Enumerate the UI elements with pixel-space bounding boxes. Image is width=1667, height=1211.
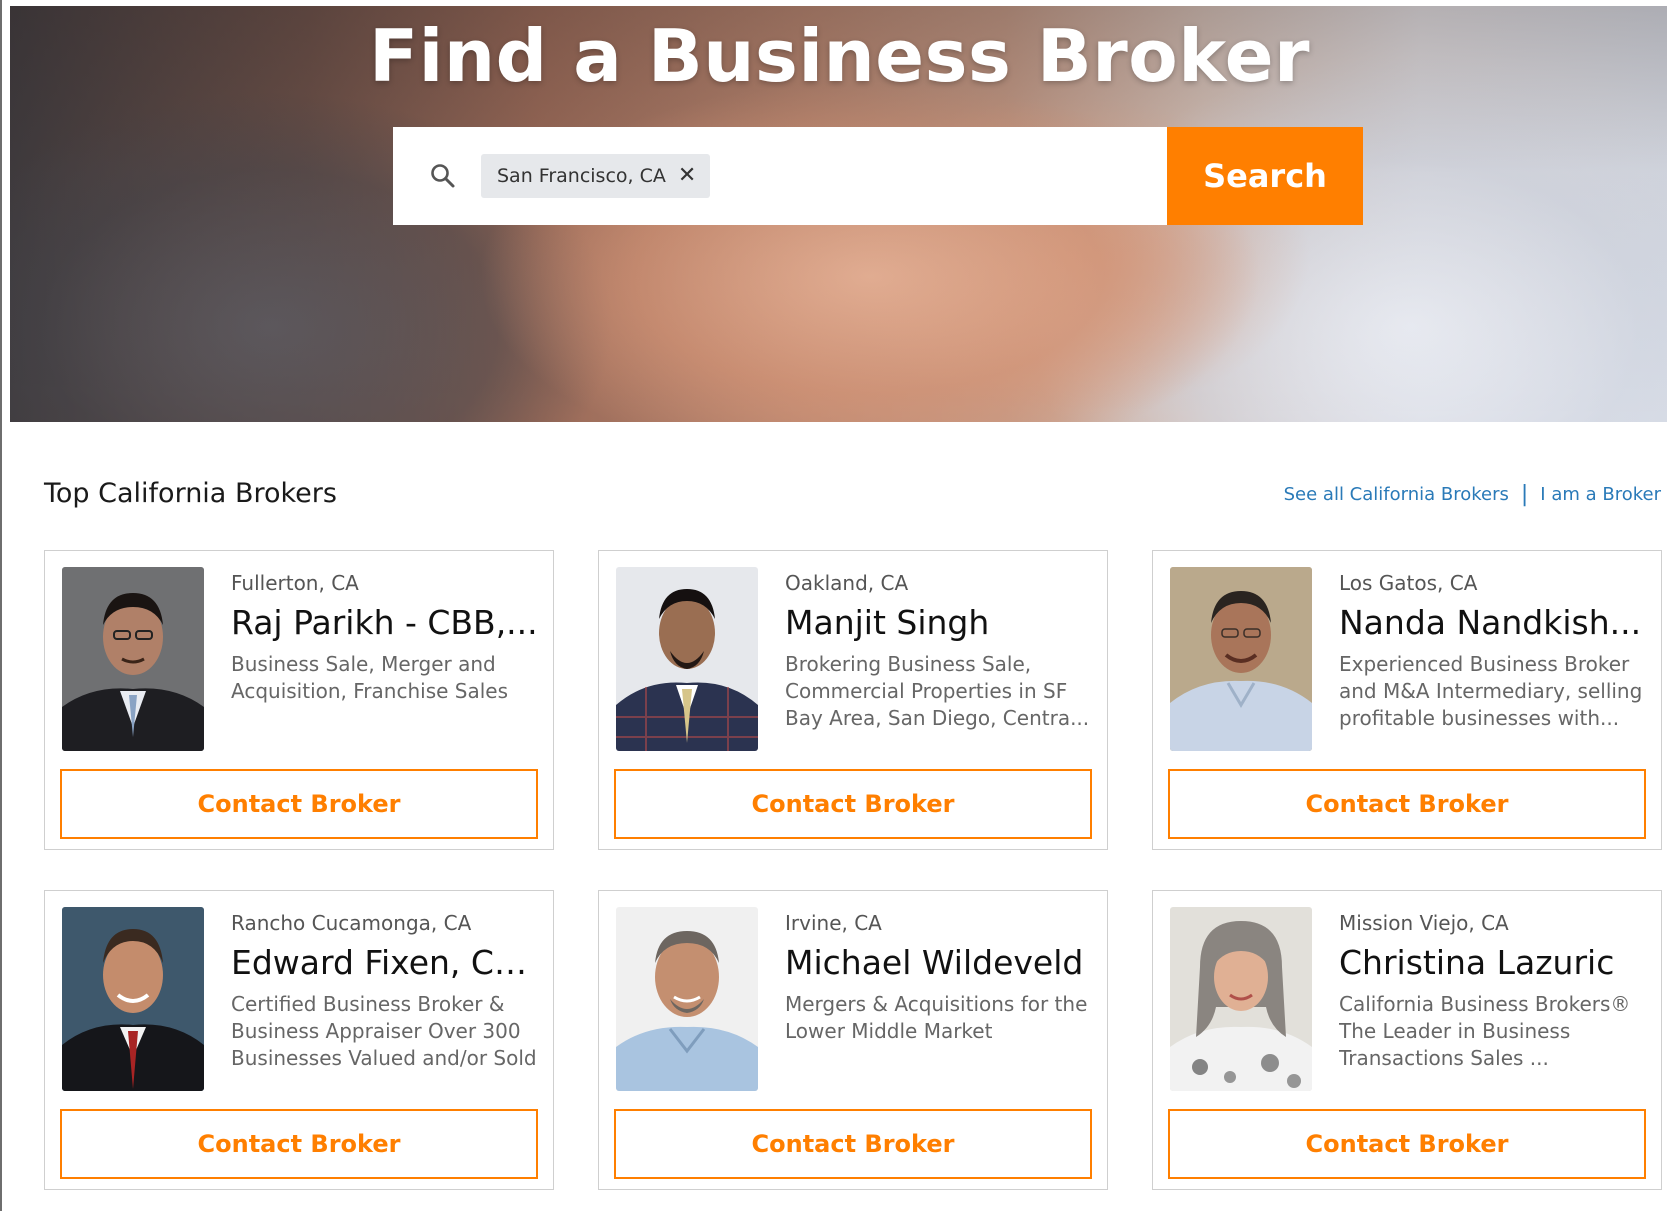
broker-location: Fullerton, CA <box>231 571 359 595</box>
broker-card[interactable]: Mission Viejo, CA Christina Lazuric Cali… <box>1152 890 1662 1190</box>
location-chip-label: San Francisco, CA <box>497 165 666 187</box>
broker-photo[interactable] <box>616 567 758 751</box>
broker-card[interactable]: Rancho Cucamonga, CA Edward Fixen, Ce...… <box>44 890 554 1190</box>
broker-location: Rancho Cucamonga, CA <box>231 911 472 935</box>
broker-name[interactable]: Raj Parikh - CBB,... <box>231 603 541 642</box>
broker-card[interactable]: Los Gatos, CA Nanda Nandkish... Experien… <box>1152 550 1662 850</box>
hero-banner: Find a Business Broker San Francisco, CA… <box>10 6 1667 422</box>
broker-name[interactable]: Michael Wildeveld <box>785 943 1095 982</box>
location-chip[interactable]: San Francisco, CA ✕ <box>481 154 711 198</box>
broker-card[interactable]: Fullerton, CA Raj Parikh - CBB,... Busin… <box>44 550 554 850</box>
see-all-brokers-link[interactable]: See all California Brokers <box>1284 484 1509 505</box>
broker-photo[interactable] <box>62 907 204 1091</box>
broker-name[interactable]: Manjit Singh <box>785 603 1095 642</box>
broker-name[interactable]: Edward Fixen, Ce... <box>231 943 541 982</box>
contact-broker-button[interactable]: Contact Broker <box>614 1109 1092 1179</box>
contact-broker-button[interactable]: Contact Broker <box>614 769 1092 839</box>
broker-name[interactable]: Nanda Nandkish... <box>1339 603 1649 642</box>
broker-photo[interactable] <box>1170 567 1312 751</box>
broker-description: California Business Brokers® The Leader … <box>1339 992 1631 1070</box>
search-input[interactable]: San Francisco, CA ✕ <box>393 127 1167 225</box>
broker-card[interactable]: Oakland, CA Manjit Singh Brokering Busin… <box>598 550 1108 850</box>
contact-broker-button[interactable]: Contact Broker <box>1168 1109 1646 1179</box>
broker-card[interactable]: Irvine, CA Michael Wildeveld Mergers & A… <box>598 890 1108 1190</box>
link-separator: | <box>1520 482 1529 507</box>
broker-photo[interactable] <box>1170 907 1312 1091</box>
i-am-broker-link[interactable]: I am a Broker <box>1540 484 1661 505</box>
search-icon <box>429 162 457 190</box>
section-links: See all California Brokers | I am a Brok… <box>1284 482 1661 507</box>
broker-name[interactable]: Christina Lazuric <box>1339 943 1649 982</box>
broker-description: Certified Business Broker & Business App… <box>231 992 537 1070</box>
close-icon[interactable]: ✕ <box>678 165 696 187</box>
broker-photo[interactable] <box>616 907 758 1091</box>
broker-location: Irvine, CA <box>785 911 882 935</box>
broker-description: Mergers & Acquisitions for the Lower Mid… <box>785 992 1088 1043</box>
broker-description: Experienced Business Broker and M&A Inte… <box>1339 652 1643 730</box>
broker-location: Los Gatos, CA <box>1339 571 1478 595</box>
broker-location: Oakland, CA <box>785 571 909 595</box>
contact-broker-button[interactable]: Contact Broker <box>60 769 538 839</box>
section-title: Top California Brokers <box>44 478 337 509</box>
page: Find a Business Broker San Francisco, CA… <box>0 0 1667 1211</box>
page-title: Find a Business Broker <box>368 14 1311 98</box>
broker-location: Mission Viejo, CA <box>1339 911 1509 935</box>
broker-description: Business Sale, Merger and Acquisition, F… <box>231 652 509 703</box>
search-bar: San Francisco, CA ✕ Search <box>393 127 1363 225</box>
broker-description: Brokering Business Sale, Commercial Prop… <box>785 652 1090 730</box>
contact-broker-button[interactable]: Contact Broker <box>60 1109 538 1179</box>
broker-photo[interactable] <box>62 567 204 751</box>
search-button[interactable]: Search <box>1167 127 1363 225</box>
contact-broker-button[interactable]: Contact Broker <box>1168 769 1646 839</box>
